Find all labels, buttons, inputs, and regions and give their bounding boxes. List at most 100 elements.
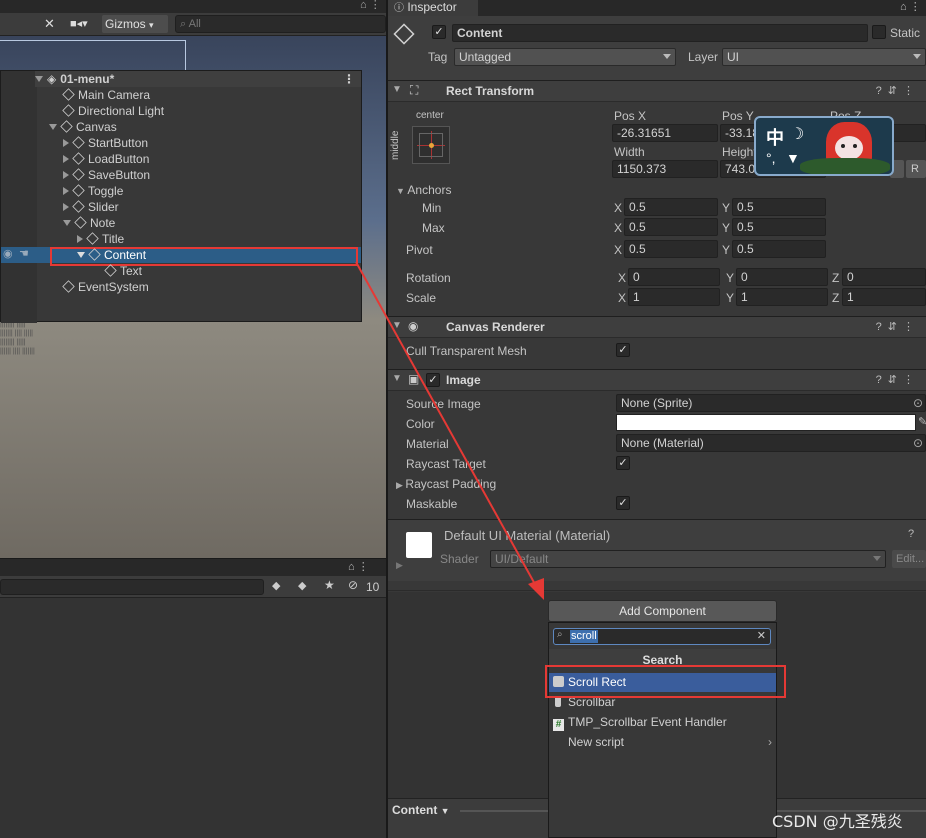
scale-x-field[interactable]: 1 xyxy=(628,288,720,306)
maskable-checkbox[interactable]: ✓ xyxy=(616,496,630,510)
expand-arrow-icon[interactable] xyxy=(77,252,85,258)
hierarchy-item[interactable]: Text xyxy=(104,263,142,279)
static-checkbox[interactable] xyxy=(872,25,886,39)
anchor-preset-button[interactable] xyxy=(412,126,450,164)
anchor-min-y-field[interactable]: 0.5 xyxy=(732,198,826,216)
hierarchy-item[interactable]: Toggle xyxy=(63,183,123,199)
rect-transform-header[interactable]: ▼ ⛶ Rect Transform ?⇵⋮ xyxy=(388,80,926,102)
scale-z-field[interactable]: 1 xyxy=(842,288,926,306)
pivot-y-field[interactable]: 0.5 xyxy=(732,240,826,258)
project-search-input[interactable] xyxy=(0,579,264,595)
anchor-max-x-field[interactable]: 0.5 xyxy=(624,218,718,236)
star-icon[interactable]: ★ xyxy=(324,578,335,592)
hierarchy-item[interactable]: Note xyxy=(63,215,115,231)
hierarchy-item[interactable]: Canvas xyxy=(49,119,117,135)
expand-arrow-icon[interactable] xyxy=(49,124,57,130)
anchor-min-x-field[interactable]: 0.5 xyxy=(624,198,718,216)
raycast-target-checkbox[interactable]: ✓ xyxy=(616,456,630,470)
expand-arrow-icon[interactable]: ▶ xyxy=(396,560,403,571)
pick-icon[interactable]: ☚ xyxy=(19,247,29,260)
pos-x-field[interactable]: -26.31651 xyxy=(612,124,718,142)
hierarchy-item[interactable]: EventSystem xyxy=(62,279,149,295)
gameobject-large-icon xyxy=(393,23,415,45)
visibility-icon[interactable]: ◉ xyxy=(3,247,13,260)
anchor-max-y-field[interactable]: 0.5 xyxy=(732,218,826,236)
object-picker-icon[interactable]: ⊙ xyxy=(913,395,923,411)
help-icon[interactable]: ? xyxy=(908,528,914,540)
canvas-renderer-header[interactable]: ▼ ◉ Canvas Renderer ?⇵⋮ xyxy=(388,316,926,338)
tag-dropdown[interactable]: Untagged xyxy=(454,48,676,66)
collapse-arrow-icon: ▼ xyxy=(392,320,402,331)
material-field[interactable]: None (Material) ⊙ xyxy=(616,434,926,452)
result-tmp-scrollbar-handler[interactable]: # TMP_Scrollbar Event Handler xyxy=(549,713,776,732)
rotation-y-field[interactable]: 0 xyxy=(736,268,828,286)
result-new-script[interactable]: New script › xyxy=(549,733,776,752)
project-panel: ⌂ ⋮ ◆ ◆ ★ ⊘ 10 xyxy=(0,558,386,838)
hierarchy-item[interactable]: Main Camera xyxy=(62,87,150,103)
anchor-preset-side-label: middle xyxy=(390,130,401,160)
pivot-x-field[interactable]: 0.5 xyxy=(624,240,718,258)
raycast-padding-foldout[interactable]: ▶ Raycast Padding xyxy=(396,477,496,491)
shader-edit-button[interactable]: Edit... xyxy=(892,550,926,568)
hierarchy-item[interactable]: Title xyxy=(77,231,124,247)
lock-icon[interactable]: ⌂ ⋮ xyxy=(348,560,369,573)
component-search-input[interactable]: ⌕ scroll ✕ xyxy=(553,628,771,645)
collapse-arrow-icon[interactable] xyxy=(63,187,69,195)
reset-r-button[interactable]: R xyxy=(906,160,926,178)
component-menu-icons[interactable]: ?⇵⋮ xyxy=(876,84,920,97)
anchors-foldout[interactable]: ▼ Anchors xyxy=(396,183,451,197)
filter-type-icon[interactable]: ◆ xyxy=(272,579,280,592)
tag-icon[interactable]: ◆ xyxy=(298,579,306,592)
rotation-x-field[interactable]: 0 xyxy=(628,268,720,286)
component-menu-icons[interactable]: ?⇵⋮ xyxy=(876,373,920,386)
scene-search-input[interactable]: ⌕ All xyxy=(175,15,386,33)
scene-view[interactable]: ⌂ ⋮ ✕ ■◂▾ Gizmos ▾ ⌕ All |||||||| ||||| … xyxy=(0,0,386,558)
layer-dropdown[interactable]: UI xyxy=(722,48,926,66)
collapse-arrow-icon[interactable] xyxy=(63,203,69,211)
object-picker-icon[interactable]: ⊙ xyxy=(913,435,923,451)
tools-icon[interactable]: ✕ xyxy=(44,16,55,32)
image-header[interactable]: ▼ ▣ ✓ Image ?⇵⋮ xyxy=(388,369,926,391)
tab-inspector[interactable]: ⓘ Inspector xyxy=(388,0,478,16)
expand-arrow-icon: ▼ xyxy=(396,186,408,196)
gizmos-button[interactable]: Gizmos ▾ xyxy=(102,15,168,33)
more-icon[interactable]: ⋮ xyxy=(343,71,355,87)
color-swatch[interactable] xyxy=(616,414,916,431)
layer-label: Layer xyxy=(688,50,719,64)
hierarchy-item[interactable]: StartButton xyxy=(63,135,148,151)
pin-icon[interactable]: ⌂ ⋮ xyxy=(360,0,381,11)
preview-dropdown[interactable]: Content ▼ xyxy=(392,803,450,817)
expand-arrow-icon[interactable] xyxy=(63,220,71,226)
camera-icon[interactable]: ■◂▾ xyxy=(70,17,88,30)
hierarchy-item[interactable]: LoadButton xyxy=(63,151,149,167)
hidden-eye-icon[interactable]: ⊘ xyxy=(348,578,358,592)
hierarchy-item[interactable]: Slider xyxy=(63,199,119,215)
width-field[interactable]: 1150.373 xyxy=(612,160,718,178)
expand-arrow-icon: ▶ xyxy=(396,480,406,490)
source-image-field[interactable]: None (Sprite) ⊙ xyxy=(616,394,926,412)
ime-widget[interactable]: 中 ☽ °, ▼ xyxy=(754,116,894,176)
object-name-field[interactable]: Content xyxy=(452,24,868,42)
component-menu-icons[interactable]: ?⇵⋮ xyxy=(876,320,920,333)
collapse-arrow-icon[interactable] xyxy=(63,171,69,179)
rotation-z-field[interactable]: 0 xyxy=(842,268,926,286)
clear-search-icon[interactable]: ✕ xyxy=(757,629,766,642)
cull-transparent-checkbox[interactable]: ✓ xyxy=(616,343,630,357)
collapse-arrow-icon[interactable] xyxy=(63,155,69,163)
image-enabled-checkbox[interactable]: ✓ xyxy=(426,373,440,387)
hierarchy-item[interactable]: SaveButton xyxy=(63,167,150,183)
lock-icon[interactable]: ⌂ ⋮ xyxy=(900,0,921,13)
hierarchy-item[interactable]: Content xyxy=(77,247,146,263)
moon-icon: ☽ xyxy=(790,126,805,143)
add-component-button[interactable]: Add Component xyxy=(548,600,777,622)
active-checkbox[interactable]: ✓ xyxy=(432,25,446,39)
eyedropper-icon[interactable]: ✎ xyxy=(918,415,926,428)
hierarchy-item[interactable]: Directional Light xyxy=(62,103,164,119)
collapse-arrow-icon[interactable] xyxy=(63,139,69,147)
scene-root-row[interactable]: ◈ 01-menu* ⋮ xyxy=(35,71,361,87)
gameobject-icon xyxy=(86,232,99,245)
shader-dropdown[interactable]: UI/Default xyxy=(490,550,886,568)
collapse-arrow-icon[interactable] xyxy=(77,235,83,243)
anchor-preset-top-label: center xyxy=(416,110,444,121)
scale-y-field[interactable]: 1 xyxy=(736,288,828,306)
